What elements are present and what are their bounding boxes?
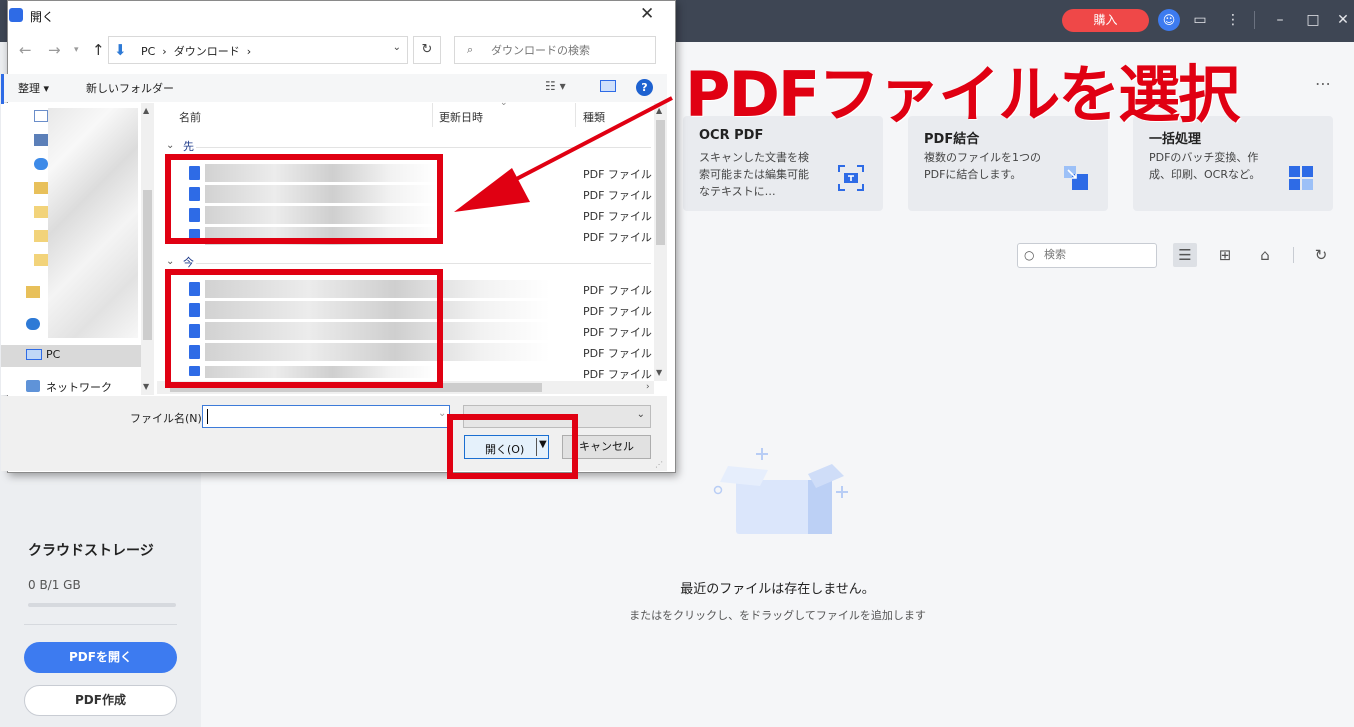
image-folder-icon[interactable] xyxy=(34,134,48,146)
group-header[interactable]: 先 xyxy=(183,138,194,154)
annotation-title: PDFファイルを選択 xyxy=(685,58,1240,131)
onedrive-icon[interactable] xyxy=(26,318,40,330)
search-icon: ⌕ xyxy=(467,43,474,56)
folder-icon[interactable] xyxy=(34,182,48,194)
filename-label: ファイル名(N): xyxy=(130,412,206,425)
nav-item-pc[interactable] xyxy=(1,345,141,367)
scroll-up-icon[interactable]: ▲ xyxy=(143,106,149,115)
scroll-down-icon[interactable]: ▼ xyxy=(143,382,149,391)
batch-icon xyxy=(1289,166,1313,190)
dialog-search-box[interactable]: ⌕ xyxy=(454,36,656,64)
organize-button[interactable]: 整理 ▾ xyxy=(18,80,49,96)
forward-arrow-icon[interactable]: → xyxy=(48,41,61,59)
tool-desc: PDFのバッチ変換、作成、印刷、OCRなど。 xyxy=(1149,151,1261,181)
menu-kebab-icon[interactable]: ⋮ xyxy=(1221,8,1245,32)
file-type: PDF ファイル xyxy=(583,326,652,339)
document-icon[interactable] xyxy=(34,110,48,122)
network-icon xyxy=(26,380,40,392)
nav-item-network[interactable]: ネットワーク xyxy=(46,379,112,395)
dialog-search-input[interactable] xyxy=(491,44,641,57)
file-type: PDF ファイル xyxy=(583,347,652,360)
computer-icon xyxy=(26,349,42,360)
app-logo-icon xyxy=(9,8,23,22)
chevron-down-icon[interactable]: ⌄ xyxy=(393,42,401,53)
blurred-nav-items xyxy=(48,108,138,338)
cloud-icon[interactable] xyxy=(34,158,48,170)
create-pdf-button[interactable]: PDF作成 xyxy=(24,685,177,716)
nav-scroll-thumb[interactable] xyxy=(143,190,152,340)
scroll-right-icon[interactable]: › xyxy=(646,382,650,392)
folder-icon[interactable] xyxy=(34,254,48,266)
address-bar[interactable]: ⬇ PC › ダウンロード › ⌄ xyxy=(108,36,408,64)
grid-view-icon[interactable]: ⊞ xyxy=(1213,243,1237,267)
search-icon: ○ xyxy=(1024,248,1035,262)
recent-dropdown-icon[interactable]: ▾ xyxy=(74,45,79,55)
group-header[interactable]: 今 xyxy=(183,254,194,270)
dialog-close-icon[interactable]: ✕ xyxy=(640,4,654,24)
up-arrow-icon[interactable]: ↑ xyxy=(92,41,105,59)
archive-icon[interactable]: ⌂ xyxy=(1253,243,1277,267)
chevron-down-icon: ⌄ xyxy=(636,409,645,420)
empty-state-title: 最近のファイルは存在しません。 xyxy=(680,582,875,597)
maximize-icon[interactable]: □ xyxy=(1301,8,1325,32)
ocr-icon xyxy=(838,165,864,191)
more-options-icon[interactable]: ⋯ xyxy=(1313,74,1333,93)
nav-item-pc-label: PC xyxy=(46,348,61,361)
scroll-down-icon[interactable]: ▼ xyxy=(656,368,662,377)
search-box[interactable]: ○ xyxy=(1017,243,1157,268)
highlight-box-1 xyxy=(165,154,443,244)
highlight-box-2 xyxy=(165,269,443,388)
column-name[interactable]: 名前 xyxy=(179,109,201,125)
merge-icon xyxy=(1064,166,1088,190)
dialog-title: 開く xyxy=(30,10,55,24)
filename-input[interactable] xyxy=(202,405,450,428)
tool-desc: 複数のファイルを1つのPDFに結合します。 xyxy=(924,151,1041,181)
minimize-icon[interactable]: – xyxy=(1268,8,1292,32)
nav-accent xyxy=(1,74,4,104)
highlight-box-open-button xyxy=(447,414,578,479)
tool-desc: スキャンした文書を検索可能または編集可能なテキストに… xyxy=(699,151,809,198)
refresh-button[interactable]: ↻ xyxy=(413,36,441,64)
view-divider xyxy=(1293,247,1294,263)
back-arrow-icon[interactable]: ← xyxy=(19,41,32,59)
empty-box-illustration xyxy=(713,448,848,534)
breadcrumb[interactable]: PC › ダウンロード › xyxy=(141,43,251,59)
column-separator xyxy=(432,103,433,127)
empty-state-subtitle: またはをクリックし、をドラッグしてファイルを追加します xyxy=(629,609,926,622)
close-app-icon[interactable]: ✕ xyxy=(1331,8,1354,32)
download-folder-icon: ⬇ xyxy=(114,41,127,59)
titlebar-divider xyxy=(1254,11,1255,29)
group-divider xyxy=(196,263,651,264)
file-type: PDF ファイル xyxy=(583,368,652,381)
sidebar-divider xyxy=(24,624,177,625)
open-pdf-button[interactable]: PDFを開く xyxy=(24,642,177,673)
buy-button[interactable]: 購入 xyxy=(1062,9,1149,32)
feedback-icon[interactable]: ▭ xyxy=(1188,8,1212,32)
user-icon[interactable]: ☺ xyxy=(1158,9,1180,31)
filename-dropdown-icon[interactable]: ⌄ xyxy=(438,408,446,419)
file-type: PDF ファイル xyxy=(583,231,652,244)
file-type: PDF ファイル xyxy=(583,284,652,297)
quick-access-icon[interactable] xyxy=(26,286,40,298)
collapse-icon[interactable]: ⌄ xyxy=(166,140,174,151)
new-folder-button[interactable]: 新しいフォルダー xyxy=(86,80,174,96)
folder-icon[interactable] xyxy=(34,206,48,218)
list-view-icon[interactable]: ☰ xyxy=(1173,243,1197,267)
refresh-icon[interactable]: ↻ xyxy=(1309,243,1333,267)
text-caret xyxy=(207,409,208,424)
file-type: PDF ファイル xyxy=(583,305,652,318)
cloud-storage-title: クラウドストレージ xyxy=(28,543,154,559)
resize-grip-icon[interactable]: ⋰ xyxy=(655,460,663,469)
annotation-arrow xyxy=(454,96,673,212)
search-input[interactable] xyxy=(1044,248,1152,261)
collapse-icon[interactable]: ⌄ xyxy=(166,256,174,267)
folder-icon[interactable] xyxy=(34,230,48,242)
